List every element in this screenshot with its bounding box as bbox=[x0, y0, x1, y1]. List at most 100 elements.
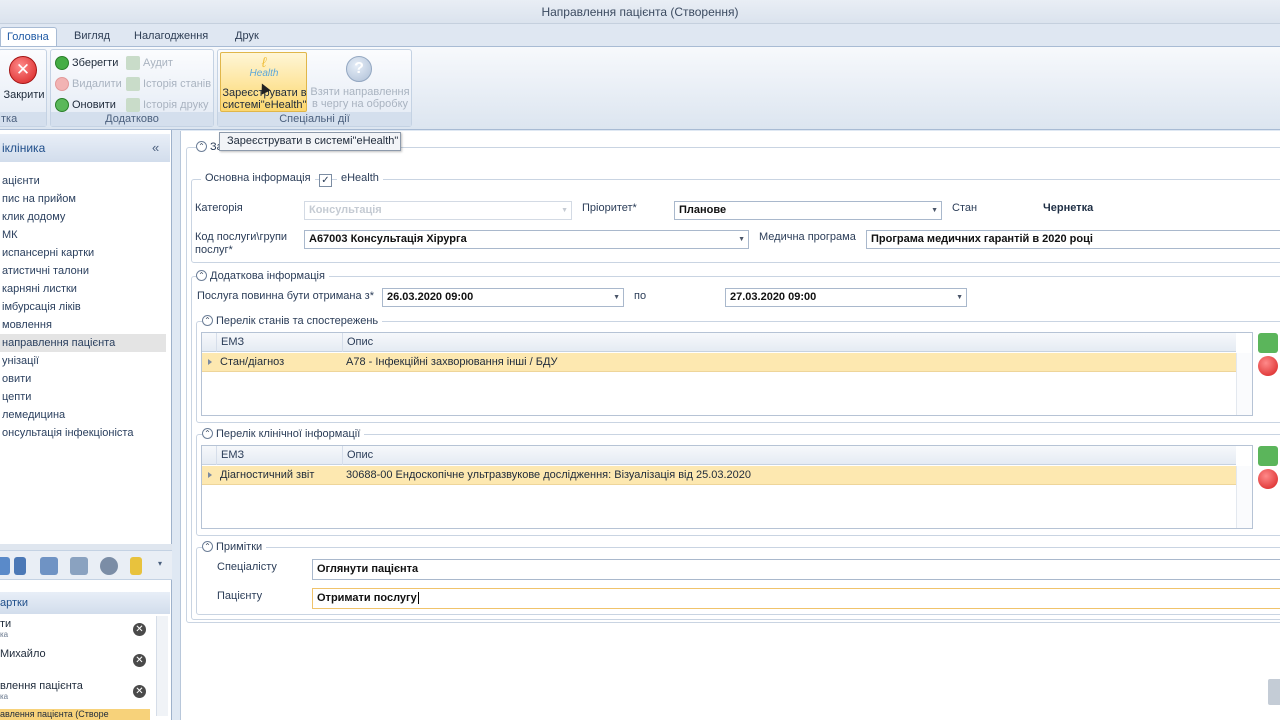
take-label-line1: Взяти направлення bbox=[310, 86, 410, 98]
delete-button[interactable]: Видалити bbox=[55, 75, 122, 93]
archive-icon[interactable] bbox=[70, 557, 88, 575]
program-label: Медична програма bbox=[759, 231, 856, 243]
save-icon bbox=[55, 56, 69, 70]
service-from-date[interactable]: 26.03.2020 09:00 ▼ bbox=[382, 288, 624, 307]
basic-info-title: Основна інформація bbox=[201, 172, 315, 185]
calendar-icon[interactable] bbox=[40, 557, 58, 575]
extra-group: Зберегти Видалити Оновити Аудит Історія … bbox=[50, 49, 214, 127]
close-group-caption: тка bbox=[0, 112, 46, 126]
nav-item-stat-tickets[interactable]: атистичні талони bbox=[0, 262, 166, 280]
nav-item-patients[interactable]: ацієнти bbox=[0, 172, 166, 190]
nav-item-emk[interactable]: МК bbox=[0, 226, 166, 244]
card-item[interactable]: влення пацієнта ка bbox=[0, 680, 150, 701]
column-header-description[interactable]: Опис bbox=[342, 333, 1222, 352]
row-emz: Стан/діагноз bbox=[220, 356, 285, 368]
help-icon: ? bbox=[346, 56, 372, 82]
close-card-icon[interactable]: ✕ bbox=[133, 685, 146, 698]
patient-note-input[interactable]: Отримати послугу bbox=[312, 588, 1280, 609]
add-clinical-icon[interactable] bbox=[1258, 446, 1278, 466]
priority-label: Пріоритет* bbox=[582, 202, 637, 214]
chevron-down-icon: ▼ bbox=[613, 294, 620, 301]
nav-item-dispensary[interactable]: испансерні картки bbox=[0, 244, 166, 262]
cards-scrollbar[interactable] bbox=[156, 616, 168, 716]
close-card-icon[interactable]: ✕ bbox=[133, 623, 146, 636]
audit-icon bbox=[126, 56, 140, 70]
chevron-down-icon: ▼ bbox=[931, 207, 938, 214]
nav-item-telemedicine[interactable]: лемедицина bbox=[0, 406, 166, 424]
nav-item-sick-leaves[interactable]: карняні листки bbox=[0, 280, 166, 298]
module-icon[interactable] bbox=[0, 557, 10, 575]
column-header-description[interactable]: Опис bbox=[342, 446, 1222, 465]
close-button[interactable]: Закрити bbox=[1, 89, 47, 101]
save-button[interactable]: Зберегти bbox=[55, 54, 118, 72]
chevron-down-icon[interactable]: ▾ bbox=[158, 559, 162, 568]
nav-item-reimbursement[interactable]: імбурсація ліків bbox=[0, 298, 166, 316]
side-handle[interactable] bbox=[1268, 679, 1280, 705]
service-code-label: Код послуги\групи послуг* bbox=[195, 231, 288, 256]
audit-button[interactable]: Аудит bbox=[126, 54, 173, 72]
nav-item-renew[interactable]: овити bbox=[0, 370, 166, 388]
service-to-date[interactable]: 27.03.2020 09:00 ▼ bbox=[725, 288, 967, 307]
close-card-icon[interactable]: ✕ bbox=[133, 654, 146, 667]
specialist-note-input[interactable]: Оглянути пацієнта bbox=[312, 559, 1280, 580]
clinical-title[interactable]: ⌃ Перелік клінічної інформації bbox=[202, 428, 365, 440]
delete-icon bbox=[55, 77, 69, 91]
clinical-table: ЕМЗ Опис Діагностичний звіт 30688-00 Енд… bbox=[201, 445, 1253, 529]
chevron-up-icon: ⌃ bbox=[202, 315, 213, 326]
ribbon: ✕ Закрити тка Зберегти Видалити Оновити … bbox=[0, 46, 1280, 130]
add-condition-icon[interactable] bbox=[1258, 333, 1278, 353]
ehealth-label: eHealth bbox=[337, 172, 383, 185]
conditions-title[interactable]: ⌃ Перелік станів та спостережень bbox=[202, 315, 383, 327]
chevron-down-icon: ▼ bbox=[956, 294, 963, 301]
ehealth-logo-icon: ℓ Health bbox=[249, 54, 279, 79]
conditions-table: ЕМЗ Опис Стан/діагноз A78 - Інфекційні з… bbox=[201, 332, 1253, 416]
register-ehealth-button[interactable]: ℓ Health Зареєструвати в системі"eHealth… bbox=[220, 52, 307, 112]
close-icon[interactable]: ✕ bbox=[9, 56, 37, 84]
book-icon[interactable] bbox=[130, 557, 142, 575]
column-header-emz[interactable]: ЕМЗ bbox=[216, 333, 342, 352]
card-item[interactable]: ти ка bbox=[0, 618, 150, 639]
nav-item-home-call[interactable]: клик додому bbox=[0, 208, 166, 226]
lab-icon[interactable] bbox=[14, 557, 26, 575]
notes-title[interactable]: ⌃ Примітки bbox=[202, 541, 267, 553]
nav-item-immunization[interactable]: унізації bbox=[0, 352, 166, 370]
delete-condition-icon[interactable] bbox=[1258, 356, 1278, 376]
nav-item-refusals[interactable]: мовлення bbox=[0, 316, 166, 334]
row-emz: Діагностичний звіт bbox=[220, 469, 315, 481]
nav-item-appointment[interactable]: пис на прийом bbox=[0, 190, 166, 208]
tab-print[interactable]: Друк bbox=[229, 27, 265, 46]
additional-info-title[interactable]: ⌃ Додаткова інформація bbox=[196, 270, 329, 282]
basic-info-frame bbox=[191, 179, 1280, 263]
program-select[interactable]: Програма медичних гарантій в 2020 році bbox=[866, 230, 1280, 249]
print-history-icon bbox=[126, 98, 140, 112]
chevron-down-icon: ▼ bbox=[738, 236, 745, 243]
table-row[interactable]: Стан/діагноз A78 - Інфекційні захворюван… bbox=[202, 353, 1236, 372]
conditions-scrollbar[interactable] bbox=[1236, 353, 1252, 415]
home-icon[interactable] bbox=[100, 557, 118, 575]
state-history-button[interactable]: Історія станів bbox=[126, 75, 211, 93]
priority-select[interactable]: Планове ▼ bbox=[674, 201, 942, 220]
ehealth-checkbox[interactable]: ✓ bbox=[319, 174, 332, 187]
service-code-select[interactable]: А67003 Консультація Хірурга ▼ bbox=[304, 230, 749, 249]
card-item[interactable]: Михайло bbox=[0, 648, 150, 660]
column-header-emz[interactable]: ЕМЗ bbox=[216, 446, 342, 465]
specialist-note-label: Спеціалісту bbox=[217, 561, 277, 573]
category-label: Категорія bbox=[195, 202, 243, 214]
special-group: ℓ Health Зареєструвати в системі"eHealth… bbox=[217, 49, 412, 127]
nav-item-infectionist[interactable]: онсультація інфекціоніста bbox=[0, 424, 166, 442]
table-row[interactable]: Діагностичний звіт 30688-00 Ендоскопічне… bbox=[202, 466, 1236, 485]
tab-settings[interactable]: Налагодження bbox=[128, 27, 214, 46]
cards-header: артки bbox=[0, 592, 170, 614]
tab-home[interactable]: Головна bbox=[0, 27, 57, 46]
delete-clinical-icon[interactable] bbox=[1258, 469, 1278, 489]
take-label-line2: в чергу на обробку bbox=[311, 98, 409, 110]
register-tooltip: Зареєструвати в системі"eHealth" bbox=[219, 132, 401, 151]
card-item-active[interactable]: авлення пацієнта (Створе bbox=[0, 709, 150, 720]
nav-item-referrals[interactable]: направлення пацієнта bbox=[0, 334, 166, 352]
clinical-scrollbar[interactable] bbox=[1236, 466, 1252, 528]
tab-view[interactable]: Вигляд bbox=[68, 27, 116, 46]
extra-group-caption: Додатково bbox=[51, 112, 213, 126]
nav-item-prescriptions[interactable]: цепти bbox=[0, 388, 166, 406]
collapse-icon[interactable]: « bbox=[152, 134, 166, 162]
take-to-queue-button[interactable]: ? Взяти направлення в чергу на обробку bbox=[310, 52, 410, 112]
